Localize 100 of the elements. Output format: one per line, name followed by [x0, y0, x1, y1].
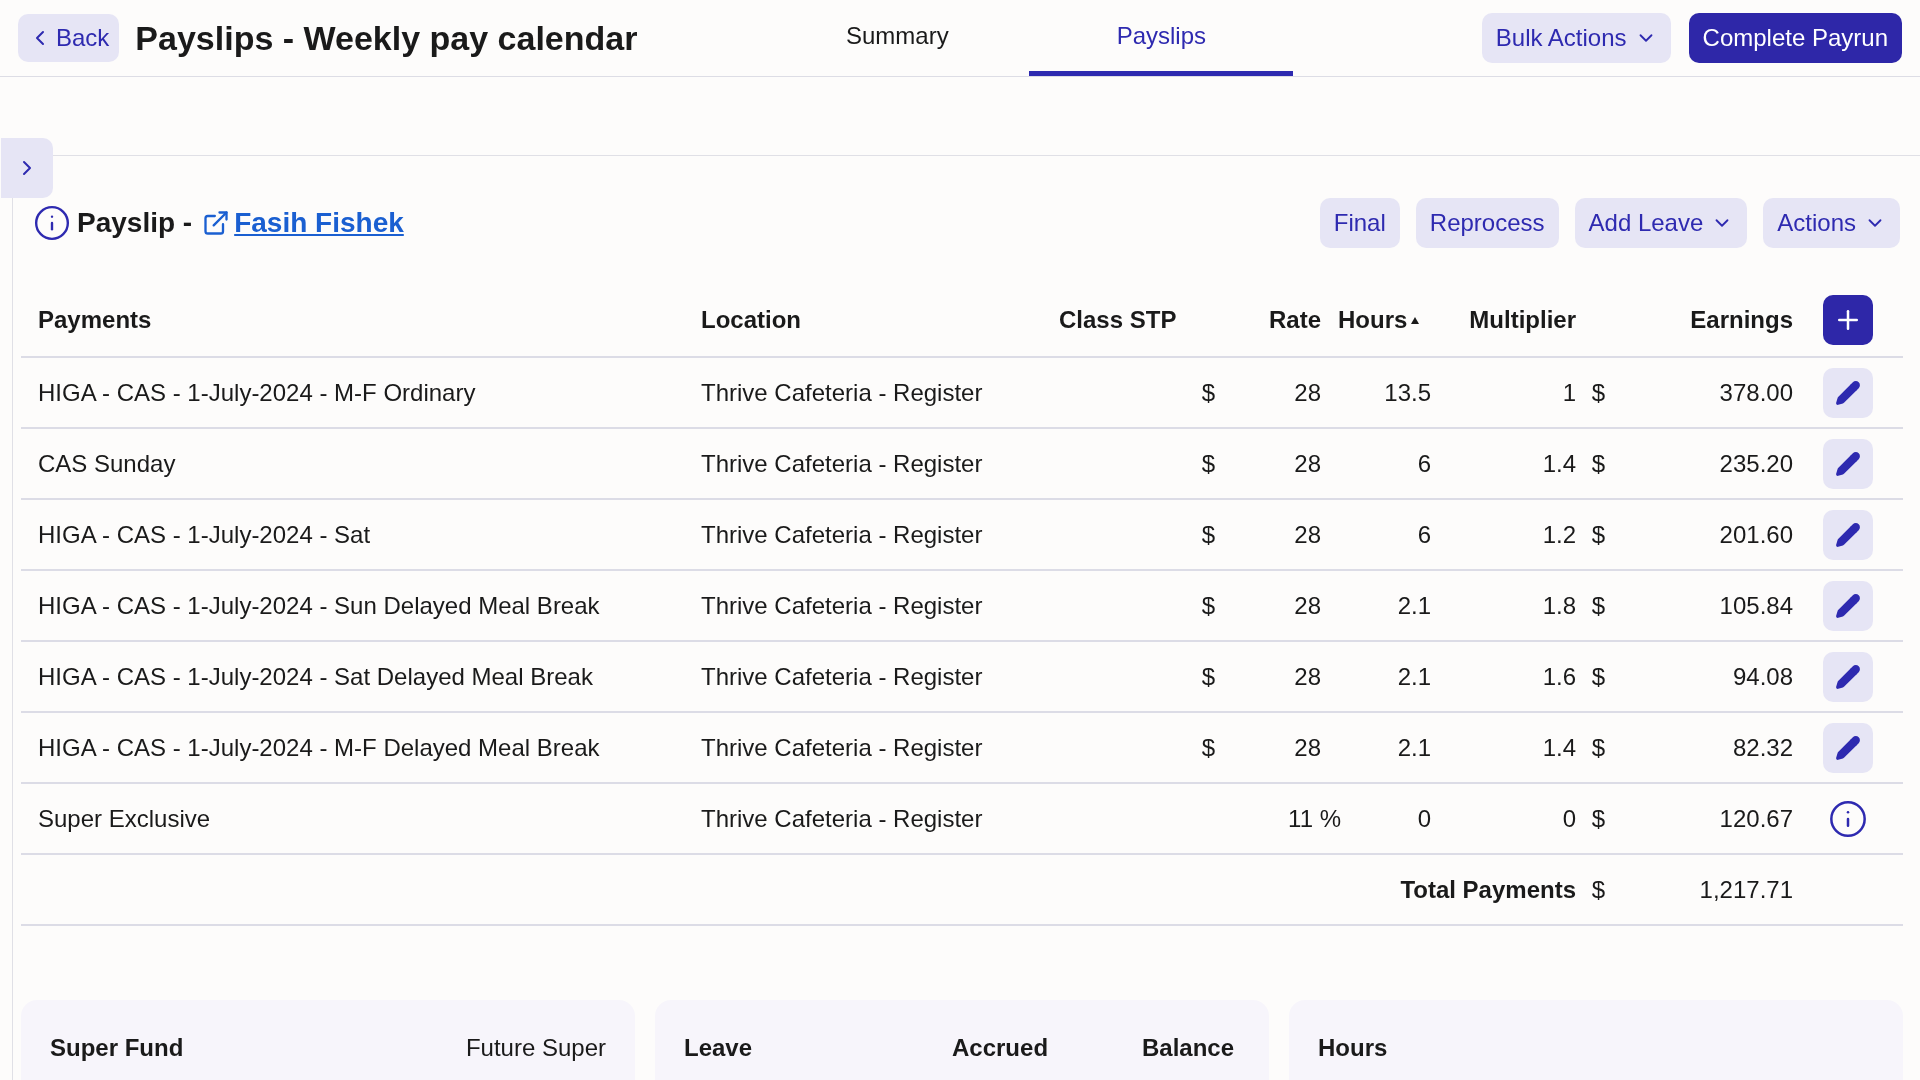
- table-cell-text: 0: [1562, 803, 1576, 834]
- table-cell-text: HIGA - CAS - 1-July-2024 - Sun Delayed Meal Break: [37, 590, 600, 621]
- table-cell-text: 1.8: [1542, 590, 1576, 621]
- table-cell-text: 82.32: [1732, 732, 1793, 763]
- table-cell-text: $: [1591, 519, 1606, 550]
- table-cell-text: 28: [1294, 448, 1321, 479]
- edit-button[interactable]: [1823, 367, 1873, 418]
- table-cell-text: Thrive Cafeteria - Register: [701, 590, 983, 621]
- tab[interactable]: Summary: [765, 0, 1030, 76]
- total-currency: $: [1591, 874, 1606, 905]
- table-cell-text: Thrive Cafeteria - Register: [701, 803, 983, 834]
- total-value: 1,217.71: [1699, 874, 1793, 905]
- table-cell-text: 94.08: [1732, 661, 1793, 692]
- table-cell-text: $: [1591, 661, 1606, 692]
- table-cell-text: $: [1201, 448, 1216, 479]
- employee-link[interactable]: Fasih Fishek: [202, 202, 404, 244]
- info-icon[interactable]: [33, 204, 71, 242]
- pencil-icon: [1835, 592, 1861, 619]
- table-cell-text: 2.1: [1397, 661, 1431, 692]
- table-cell-text: 2.1: [1397, 590, 1431, 621]
- column-header: Class STP: [1058, 305, 1177, 335]
- dropdown-button[interactable]: Add Leave: [1574, 198, 1748, 248]
- table-cell-text: $: [1201, 661, 1216, 692]
- info-icon[interactable]: [1828, 798, 1868, 839]
- table-cell-text: Thrive Cafeteria - Register: [701, 661, 983, 692]
- table-cell-text: Thrive Cafeteria - Register: [701, 377, 983, 408]
- table-cell-text: $: [1591, 803, 1606, 834]
- table-cell-text: Super Exclusive: [37, 803, 211, 834]
- table-cell-text: $: [1591, 448, 1606, 479]
- card-heading: Hours: [1318, 1033, 1389, 1063]
- edit-button[interactable]: [1823, 438, 1873, 489]
- table-cell-text: $: [1201, 732, 1216, 763]
- table-cell-text: HIGA - CAS - 1-July-2024 - M-F Ordinary: [37, 377, 476, 408]
- payslip-label: Payslip -: [77, 206, 193, 240]
- edit-button[interactable]: [1823, 651, 1873, 702]
- card-value: Future Super: [465, 1033, 606, 1063]
- table-cell-text: HIGA - CAS - 1-July-2024 - Sat: [37, 519, 371, 550]
- table-cell-text: 2.1: [1397, 732, 1431, 763]
- card-heading: Leave: [684, 1033, 754, 1063]
- card-heading: Accrued: [952, 1033, 1050, 1063]
- pencil-icon: [1835, 521, 1861, 548]
- column-header: Earnings: [1690, 305, 1793, 335]
- table-cell-text: 11 %: [1288, 803, 1341, 834]
- table-cell-text: $: [1201, 519, 1216, 550]
- edit-button[interactable]: [1823, 509, 1873, 560]
- table-cell-text: 13.5: [1384, 377, 1431, 408]
- table-cell-text: Thrive Cafeteria - Register: [701, 519, 983, 550]
- edit-button[interactable]: [1823, 580, 1873, 631]
- card-heading: Balance: [1142, 1033, 1235, 1063]
- page-title: Payslips - Weekly pay calendar: [135, 17, 639, 59]
- card-heading: Super Fund: [50, 1033, 185, 1063]
- pencil-icon: [1835, 379, 1861, 406]
- table-cell-text: 6: [1417, 519, 1431, 550]
- table-cell-text: 1.6: [1542, 661, 1576, 692]
- table-cell-text: CAS Sunday: [37, 448, 176, 479]
- column-header: Payments: [37, 305, 152, 335]
- table-cell-text: Thrive Cafeteria - Register: [701, 448, 983, 479]
- table-cell-text: 1.2: [1542, 519, 1576, 550]
- table-cell-text: $: [1591, 732, 1606, 763]
- table-cell-text: 378.00: [1719, 377, 1793, 408]
- table-cell-text: 28: [1294, 519, 1321, 550]
- table-cell-text: HIGA - CAS - 1-July-2024 - Sat Delayed Meal Break: [37, 661, 593, 692]
- table-cell-text: HIGA - CAS - 1-July-2024 - M-F Delayed Meal Break: [37, 732, 600, 763]
- sort-up-icon: [1411, 316, 1420, 324]
- table-cell-text: $: [1591, 377, 1606, 408]
- table-cell-text: 1.4: [1542, 732, 1576, 763]
- table-cell-text: 6: [1417, 448, 1431, 479]
- table-cell-text: $: [1591, 590, 1606, 621]
- pencil-icon: [1835, 734, 1861, 761]
- table-cell-text: $: [1201, 590, 1216, 621]
- table-cell-text: $: [1201, 377, 1216, 408]
- action-button[interactable]: Final: [1319, 198, 1400, 248]
- table-cell-text: 28: [1294, 590, 1321, 621]
- back-button[interactable]: Back: [18, 14, 120, 62]
- column-header: Rate: [1268, 305, 1321, 335]
- tab[interactable]: Payslips: [1029, 0, 1294, 76]
- table-cell-text: 235.20: [1719, 448, 1793, 479]
- table-cell-text: 1.4: [1542, 448, 1576, 479]
- table-cell-text: 28: [1294, 732, 1321, 763]
- complete-payrun-button[interactable]: Complete Payrun: [1688, 13, 1902, 63]
- pencil-icon: [1835, 450, 1861, 477]
- add-button[interactable]: [1823, 295, 1873, 345]
- dropdown-button[interactable]: Actions: [1763, 198, 1900, 248]
- column-header[interactable]: Hours: [1321, 302, 1420, 338]
- pencil-icon: [1835, 663, 1861, 690]
- table-cell-text: 1: [1562, 377, 1576, 408]
- total-label: Total Payments: [1400, 874, 1576, 905]
- external-link-icon: [202, 209, 231, 237]
- action-button[interactable]: Reprocess: [1415, 198, 1559, 248]
- dropdown-button[interactable]: Bulk Actions: [1481, 13, 1671, 63]
- column-header: Multiplier: [1469, 305, 1576, 335]
- table-cell-text: 0: [1417, 803, 1431, 834]
- table-cell-text: 201.60: [1719, 519, 1793, 550]
- column-header: Location: [701, 305, 801, 335]
- table-cell-text: 105.84: [1719, 590, 1793, 621]
- edit-button[interactable]: [1823, 722, 1873, 773]
- table-cell-text: 28: [1294, 377, 1321, 408]
- table-cell-text: 28: [1294, 661, 1321, 692]
- table-cell-text: Thrive Cafeteria - Register: [701, 732, 983, 763]
- table-cell-text: 120.67: [1719, 803, 1793, 834]
